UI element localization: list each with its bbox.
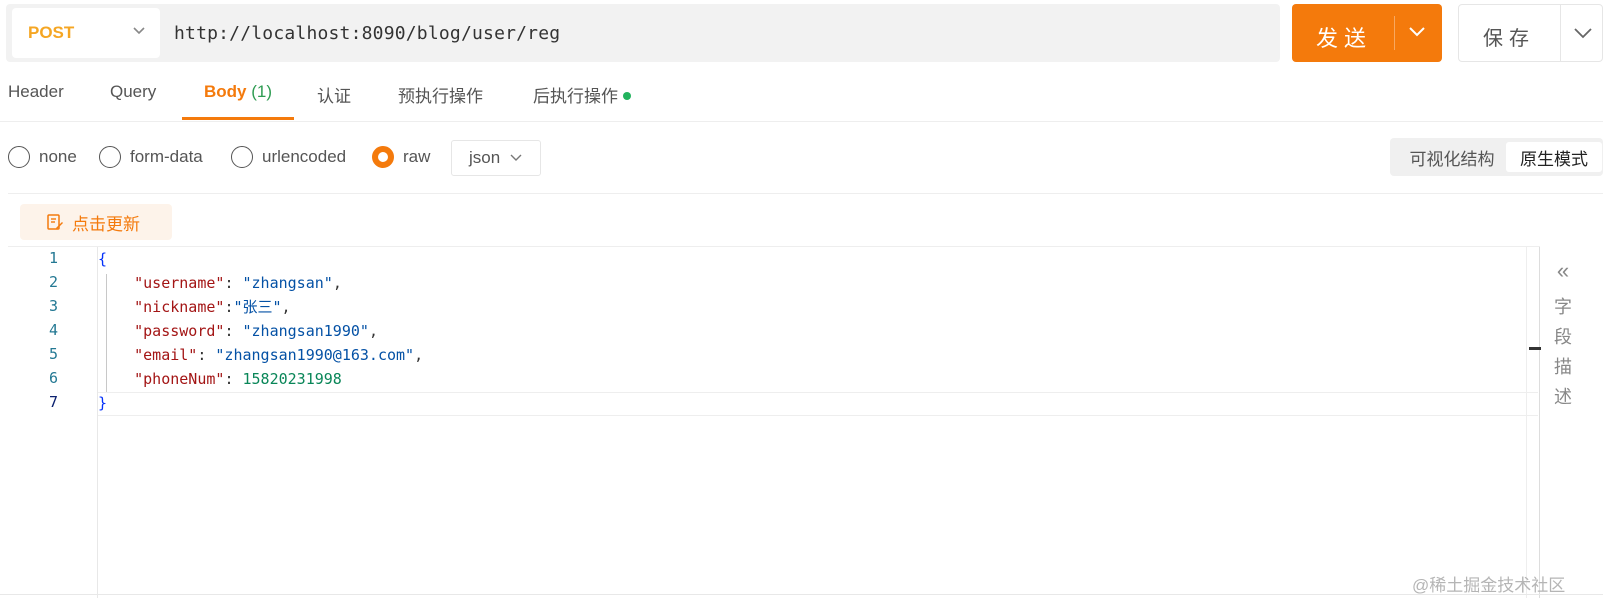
json-key: "email"	[134, 346, 198, 364]
json-string: "张三"	[233, 298, 282, 316]
line-number-current: 7	[48, 393, 58, 411]
status-dot-icon	[623, 92, 631, 101]
code-line: "password": "zhangsan1990",	[134, 322, 378, 340]
collapse-left-icon[interactable]: «	[1548, 258, 1578, 284]
code-line: "nickname":"张三",	[134, 298, 291, 316]
line-number: 5	[48, 345, 58, 363]
tab-auth[interactable]: 认证	[317, 82, 351, 122]
side-panel-char: 描	[1554, 357, 1572, 377]
radio-none-label: none	[39, 147, 77, 166]
code-editor[interactable]: 1 2 3 4 5 6 7 { "username": "zhangsan", …	[8, 246, 1541, 598]
refresh-label: 点击更新	[72, 214, 140, 234]
json-key: "username"	[134, 274, 225, 292]
line-number-gutter: 1 2 3 4 5 6 7	[8, 247, 98, 598]
radio-none[interactable]: none	[8, 146, 77, 168]
radio-urlencoded-label: urlencoded	[262, 147, 347, 166]
radio-urlencoded[interactable]: urlencoded	[231, 146, 346, 168]
json-number: 15820231998	[242, 370, 342, 388]
url-input[interactable]: http://localhost:8090/blog/user/reg	[174, 23, 560, 44]
tab-header[interactable]: Header	[8, 82, 64, 122]
save-divider	[1560, 5, 1561, 61]
json-string: "zhangsan1990"	[242, 322, 369, 340]
line-number: 4	[48, 321, 58, 339]
line-number: 3	[48, 297, 58, 315]
send-label: 发送	[1316, 26, 1373, 51]
side-panel-char: 段	[1554, 327, 1572, 347]
format-select[interactable]: json	[451, 140, 541, 176]
side-panel-char: 字	[1554, 297, 1572, 317]
json-string: "zhangsan"	[242, 274, 333, 292]
body-type-row: none form-data urlencoded raw json 可视化结构…	[0, 138, 1603, 178]
watermark: @稀土掘金技术社区	[1412, 576, 1566, 595]
request-tabs: Header Query Body (1) 认证 预执行操作 后执行操作	[0, 66, 1603, 122]
json-string: "zhangsan1990@163.com"	[215, 346, 415, 364]
chevron-down-icon	[133, 27, 145, 35]
chevron-down-icon[interactable]	[1573, 27, 1593, 39]
code-line: "email": "zhangsan1990@163.com",	[134, 346, 424, 364]
field-description-panel[interactable]: « 字 段 描 述	[1548, 258, 1578, 412]
save-button[interactable]: 保存	[1458, 4, 1603, 62]
visual-mode-button[interactable]: 可视化结构	[1394, 142, 1510, 172]
raw-mode-button[interactable]: 原生模式	[1506, 142, 1602, 172]
save-label: 保存	[1483, 28, 1535, 50]
radio-raw-label: raw	[403, 147, 431, 166]
radio-form-data[interactable]: form-data	[99, 146, 203, 168]
method-label: POST	[28, 23, 75, 42]
current-line-highlight	[98, 392, 1538, 416]
line-number: 6	[48, 369, 58, 387]
radio-raw[interactable]: raw	[372, 146, 430, 168]
chevron-down-icon[interactable]	[1408, 26, 1426, 38]
tab-body-count: (1)	[251, 82, 273, 101]
code-line: }	[98, 391, 107, 415]
json-key: "password"	[134, 322, 225, 340]
active-tab-indicator	[182, 117, 294, 120]
line-number: 2	[48, 273, 58, 291]
view-mode-toggle: 可视化结构 原生模式	[1390, 138, 1603, 176]
radio-circle-icon[interactable]	[231, 146, 253, 168]
line-number: 1	[48, 249, 58, 267]
tab-body[interactable]: Body (1)	[204, 82, 272, 122]
editor-scrollbar[interactable]	[1526, 247, 1541, 598]
code-brace: {	[98, 250, 108, 268]
url-group: POST http://localhost:8090/blog/user/reg	[6, 4, 1280, 62]
tab-post-request-label: 后执行操作	[533, 87, 618, 106]
code-line: {	[98, 247, 107, 271]
code-line: "username": "zhangsan",	[134, 274, 342, 292]
format-select-value: json	[469, 148, 501, 167]
radio-checked-icon[interactable]	[372, 146, 394, 168]
refresh-button[interactable]: 点击更新	[20, 204, 172, 240]
json-key: "phoneNum"	[134, 370, 225, 388]
scrollbar-marker	[1529, 347, 1541, 350]
radio-form-data-label: form-data	[130, 147, 203, 166]
tab-body-label: Body	[204, 82, 247, 101]
request-bar: POST http://localhost:8090/blog/user/reg…	[0, 0, 1603, 66]
tab-post-request[interactable]: 后执行操作	[533, 82, 631, 122]
send-divider	[1394, 16, 1395, 50]
edit-doc-icon	[47, 214, 63, 230]
bottom-divider	[0, 594, 1603, 595]
radio-circle-icon[interactable]	[8, 146, 30, 168]
body-editor-panel: 点击更新 1 2 3 4 5 6 7 { "username": "zhangs…	[8, 193, 1603, 598]
code-brace: }	[98, 394, 108, 412]
radio-circle-icon[interactable]	[99, 146, 121, 168]
code-line: "phoneNum": 15820231998	[134, 370, 342, 388]
chevron-down-icon	[510, 154, 522, 161]
json-key: "nickname"	[134, 298, 225, 316]
tab-query[interactable]: Query	[110, 82, 156, 122]
method-select[interactable]: POST	[12, 8, 160, 58]
send-button[interactable]: 发送	[1292, 4, 1442, 62]
tab-pre-request[interactable]: 预执行操作	[398, 82, 483, 122]
side-panel-char: 述	[1554, 387, 1572, 407]
